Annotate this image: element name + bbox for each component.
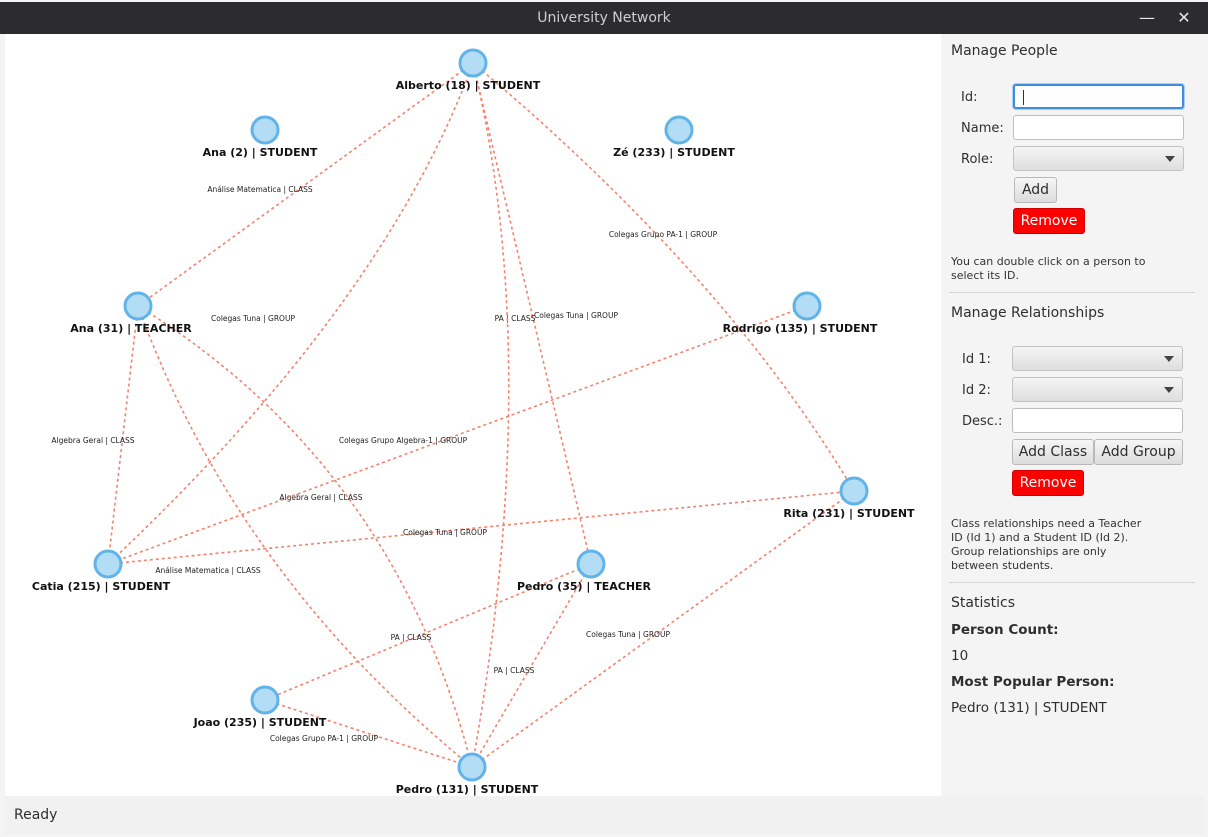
add-class-button[interactable]: Add Class: [1012, 439, 1094, 465]
edge-label: Colegas Tuna | GROUP: [403, 528, 487, 537]
person-label: Zé (233) | STUDENT: [613, 146, 735, 159]
window-title: University Network: [537, 10, 671, 26]
person-node[interactable]: [250, 115, 280, 145]
add-person-button[interactable]: Add: [1014, 177, 1057, 203]
manage-people-title: Manage People: [951, 43, 1058, 59]
relationships-help-text: Class relationships need a Teacher ID (I…: [951, 517, 1142, 572]
relationship-edge[interactable]: [107, 305, 139, 565]
edge-label: Análise Matematica | CLASS: [155, 566, 261, 575]
person-label: Rita (231) | STUDENT: [783, 507, 915, 520]
edge-label: PA | CLASS: [495, 314, 536, 323]
chevron-down-icon: [1164, 356, 1174, 362]
person-label: Ana (31) | TEACHER: [70, 322, 192, 335]
description-input[interactable]: [1012, 408, 1183, 433]
edge-label: Algebra Geral | CLASS: [279, 493, 362, 502]
add-group-button[interactable]: Add Group: [1094, 439, 1183, 465]
person-node[interactable]: [664, 115, 694, 145]
person-node[interactable]: [839, 476, 869, 506]
person-node[interactable]: [457, 752, 487, 782]
app-window: University Network — ✕ Análise Matematic…: [0, 0, 1208, 837]
network-graph-panel[interactable]: Análise Matematica | CLASS Colegas Tuna |…: [5, 34, 941, 796]
minimize-icon[interactable]: —: [1136, 8, 1158, 30]
network-graph[interactable]: Análise Matematica | CLASS Colegas Tuna |…: [5, 34, 941, 796]
person-node[interactable]: [576, 549, 606, 579]
edge-label: Colegas Grupo Algebra-1 | GROUP: [339, 436, 468, 445]
remove-relationship-button[interactable]: Remove: [1012, 470, 1084, 496]
person-label: Rodrigo (135) | STUDENT: [723, 322, 878, 335]
person-node[interactable]: [250, 685, 280, 715]
status-text: Ready: [14, 807, 58, 823]
chevron-down-icon: [1165, 156, 1175, 162]
person-label: Alberto (18) | STUDENT: [396, 79, 541, 92]
most-popular-label: Most Popular Person:: [951, 674, 1115, 690]
person-count-value: 10: [951, 648, 969, 664]
id-label: Id:: [961, 90, 978, 105]
person-label: Pedro (35) | TEACHER: [517, 580, 652, 593]
person-label: Pedro (131) | STUDENT: [396, 783, 539, 796]
id-input[interactable]: [1013, 84, 1184, 109]
manage-relationships-title: Manage Relationships: [951, 305, 1105, 321]
person-label: Ana (2) | STUDENT: [203, 146, 318, 159]
people-help-text: You can double click on a person to sele…: [951, 255, 1146, 282]
most-popular-value: Pedro (131) | STUDENT: [951, 700, 1107, 716]
person-count-label: Person Count:: [951, 622, 1059, 638]
remove-person-button[interactable]: Remove: [1013, 208, 1085, 234]
relationship-edge[interactable]: [471, 490, 855, 768]
id2-select[interactable]: [1012, 377, 1183, 402]
control-panel: Manage People Id: Name: Role: Add Remove…: [941, 34, 1205, 796]
chevron-down-icon: [1164, 387, 1174, 393]
title-bar: University Network — ✕: [0, 2, 1208, 34]
close-icon[interactable]: ✕: [1173, 8, 1195, 30]
edge-label: Análise Matematica | CLASS: [207, 185, 313, 194]
divider: [949, 582, 1195, 583]
edge-label: Colegas Tuna | GROUP: [586, 630, 670, 639]
edge-label: PA | CLASS: [391, 633, 432, 642]
role-select[interactable]: [1013, 146, 1184, 171]
name-input[interactable]: [1013, 115, 1184, 140]
id2-label: Id 2:: [962, 383, 991, 398]
divider: [949, 292, 1195, 293]
text-caret: [1023, 90, 1024, 105]
id1-select[interactable]: [1012, 346, 1183, 371]
relationship-edge[interactable]: [107, 305, 808, 565]
person-label: Catia (215) | STUDENT: [32, 580, 171, 593]
desc-label: Desc.:: [962, 414, 1003, 429]
person-node[interactable]: [792, 291, 822, 321]
edge-label: Colegas Tuna | GROUP: [534, 311, 618, 320]
person-node[interactable]: [123, 291, 153, 321]
edge-label: PA | CLASS: [494, 666, 535, 675]
statistics-title: Statistics: [951, 595, 1015, 611]
relationship-edge[interactable]: [472, 62, 855, 492]
edge-label: Colegas Grupo PA-1 | GROUP: [609, 230, 718, 239]
id1-label: Id 1:: [962, 352, 991, 367]
role-label: Role:: [961, 152, 994, 167]
person-node[interactable]: [93, 549, 123, 579]
edge-label: Algebra Geral | CLASS: [51, 436, 134, 445]
edge-label: Colegas Tuna | GROUP: [211, 314, 295, 323]
name-label: Name:: [961, 121, 1004, 136]
status-bar: Ready: [5, 796, 1205, 834]
edge-label: Colegas Grupo PA-1 | GROUP: [270, 734, 379, 743]
person-label: Joao (235) | STUDENT: [193, 716, 327, 729]
person-node[interactable]: [458, 48, 488, 78]
relationship-edge[interactable]: [471, 62, 510, 768]
